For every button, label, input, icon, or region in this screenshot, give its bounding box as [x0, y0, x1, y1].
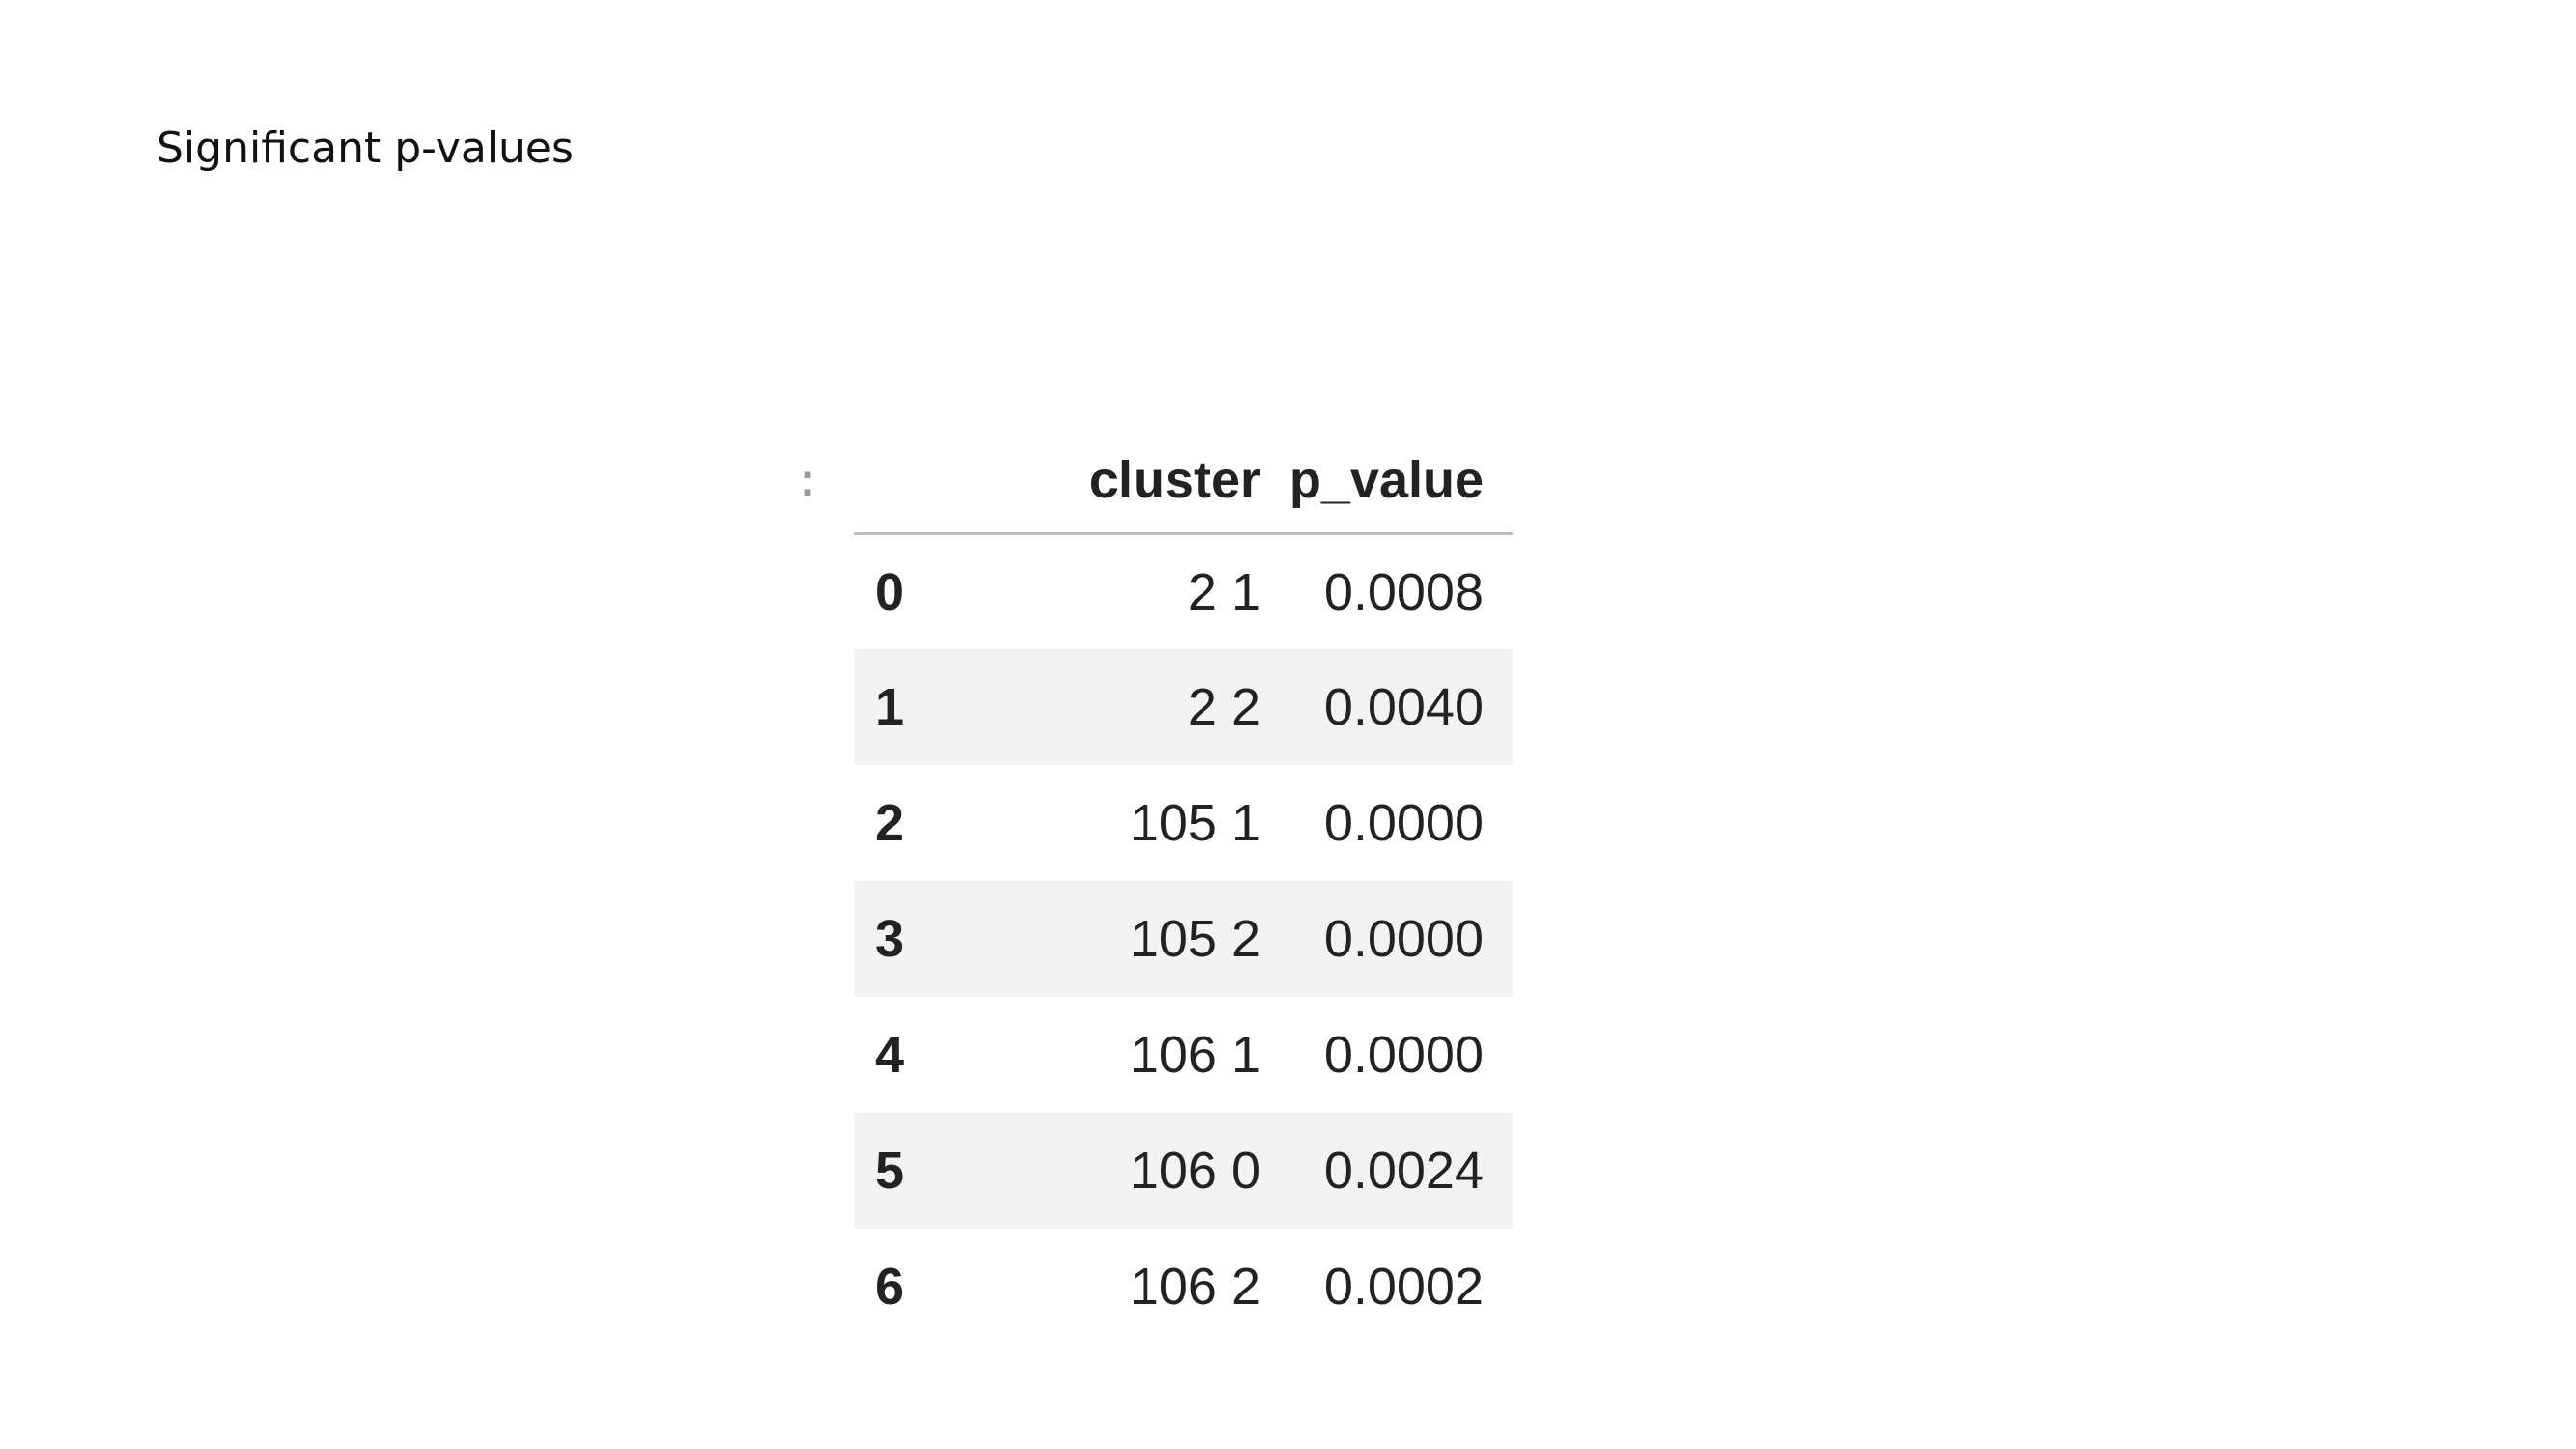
dataframe-table: cluster p_value 0 2 1 0.0008 1 2 2 0.004… — [854, 429, 1513, 1345]
table-row: 0 2 1 0.0008 — [854, 533, 1513, 649]
table-header-row: cluster p_value — [854, 429, 1513, 535]
p-value-cell: 0.0000 — [1323, 910, 1484, 968]
p-value-cell: 0.0000 — [1323, 1026, 1484, 1084]
row-index: 2 — [875, 794, 905, 852]
table-row: 2 105 1 0.0000 — [854, 765, 1513, 881]
cluster-cell: 2 2 — [1187, 678, 1260, 736]
table-row: 5 106 0 0.0024 — [854, 1113, 1513, 1229]
row-index: 0 — [875, 562, 905, 621]
cluster-cell: 106 1 — [1129, 1026, 1260, 1084]
cluster-cell: 106 0 — [1129, 1142, 1260, 1200]
header-index — [854, 429, 964, 535]
p-value-cell: 0.0040 — [1323, 678, 1484, 736]
cluster-cell: 106 2 — [1129, 1258, 1260, 1316]
row-index: 4 — [875, 1026, 905, 1084]
row-index: 5 — [875, 1142, 905, 1200]
slide-title: Significant p-values — [156, 124, 574, 173]
row-index: 3 — [875, 910, 905, 968]
header-p-value: p_value — [1260, 429, 1513, 535]
p-value-cell: 0.0000 — [1323, 794, 1484, 852]
header-cluster: cluster — [964, 429, 1260, 535]
cluster-cell: 105 1 — [1129, 794, 1260, 852]
p-value-cell: 0.0024 — [1323, 1142, 1484, 1200]
table-row: 4 106 1 0.0000 — [854, 997, 1513, 1113]
row-index: 1 — [875, 678, 905, 736]
cell-prompt-marker: : — [800, 455, 815, 506]
table-row: 3 105 2 0.0000 — [854, 881, 1513, 997]
row-index: 6 — [875, 1258, 905, 1316]
p-value-cell: 0.0002 — [1323, 1258, 1484, 1316]
cluster-cell: 2 1 — [1187, 562, 1260, 621]
table-row: 6 106 2 0.0002 — [854, 1229, 1513, 1345]
cluster-cell: 105 2 — [1129, 910, 1260, 968]
table-row: 1 2 2 0.0040 — [854, 649, 1513, 765]
p-value-cell: 0.0008 — [1323, 562, 1484, 621]
